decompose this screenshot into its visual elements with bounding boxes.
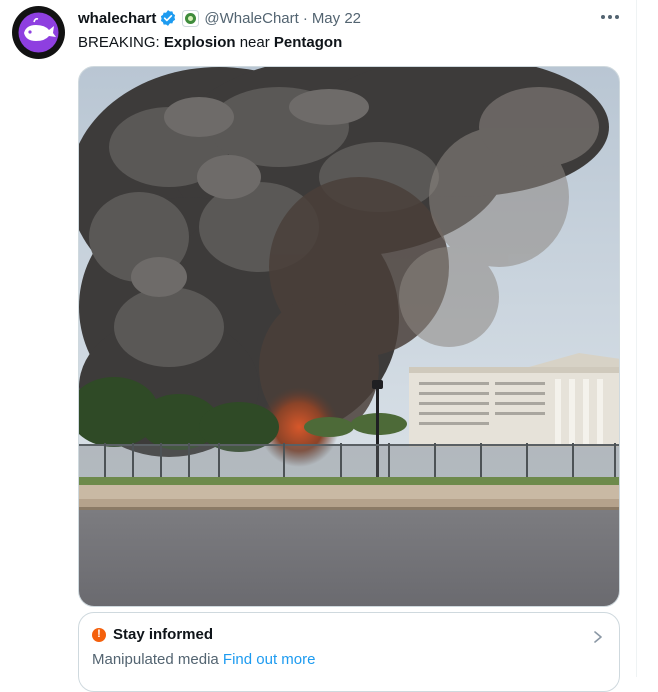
- separator-dot: ·: [302, 9, 308, 27]
- post-text: BREAKING: Explosion near Pentagon: [78, 33, 342, 53]
- notice-title-row: ! Stay informed: [92, 626, 213, 643]
- post-text-bold-1: Explosion: [163, 34, 236, 51]
- chevron-right-icon[interactable]: [592, 630, 604, 644]
- timeline-divider: [636, 0, 637, 677]
- post-text-middle: near: [235, 34, 274, 51]
- post-date[interactable]: May 22: [312, 10, 361, 27]
- affiliate-badge-icon[interactable]: [182, 9, 200, 27]
- author-handle[interactable]: @WhaleChart: [204, 10, 298, 27]
- notice-title: Stay informed: [113, 626, 214, 643]
- post-media-image[interactable]: [78, 66, 620, 607]
- author-name[interactable]: whalechart: [78, 10, 156, 27]
- post-text-bold-2: Pentagon: [273, 34, 343, 51]
- find-out-more-link[interactable]: Find out more: [223, 651, 316, 668]
- explosion-photo: [79, 67, 619, 606]
- notice-subtitle: Manipulated media Find out more: [92, 651, 315, 668]
- verified-badge-icon: [159, 9, 177, 27]
- post-text-prefix: BREAKING:: [78, 34, 164, 51]
- community-notice[interactable]: ! Stay informed Manipulated media Find o…: [78, 612, 620, 692]
- notice-label: Manipulated media: [92, 651, 219, 668]
- warning-icon: !: [92, 627, 106, 642]
- post-header: whalechart @WhaleChart · May 22: [78, 7, 361, 29]
- more-options-icon[interactable]: [597, 6, 623, 28]
- avatar[interactable]: [12, 6, 65, 59]
- whale-logo-icon: [12, 6, 65, 59]
